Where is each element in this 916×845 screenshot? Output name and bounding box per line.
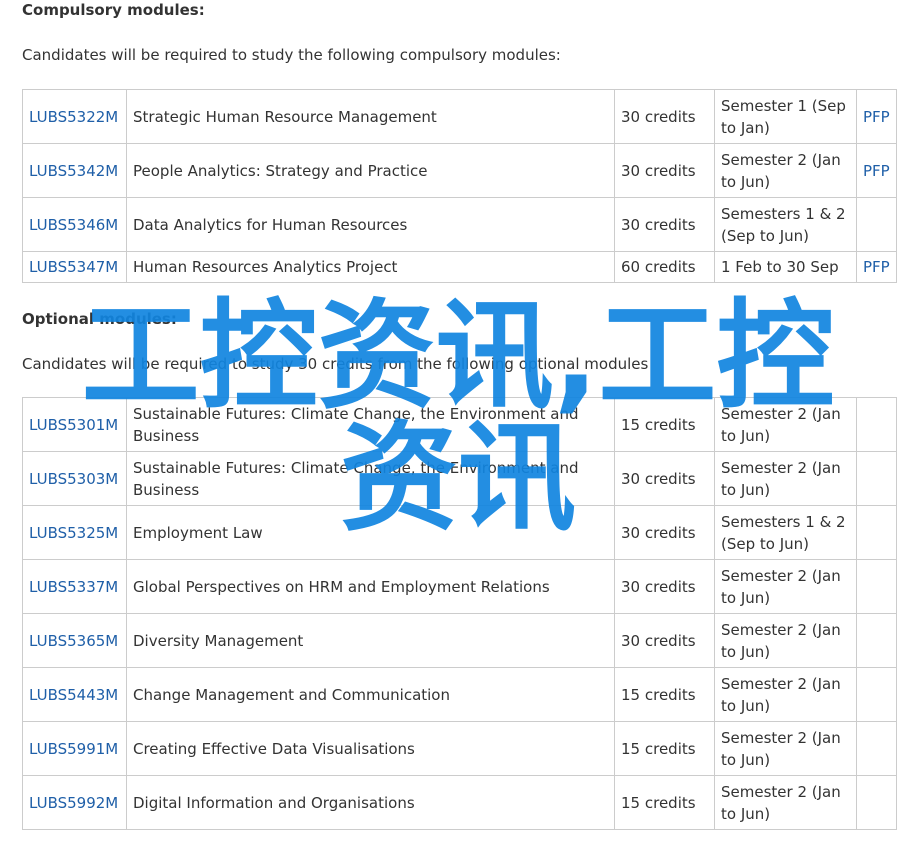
table-row: LUBS5992M Digital Information and Organi…	[22, 775, 897, 830]
optional-modules-intro: Candidates will be required to study 30 …	[22, 355, 649, 373]
module-title: Employment Law	[126, 505, 615, 560]
module-semester: Semester 2 (Jan to Jun)	[714, 559, 857, 614]
pfp-cell-empty	[856, 197, 897, 252]
table-row: LUBS5301M Sustainable Futures: Climate C…	[22, 397, 897, 452]
module-code-link[interactable]: LUBS5346M	[29, 216, 118, 234]
module-semester: Semester 2 (Jan to Jun)	[714, 143, 857, 198]
module-code-link[interactable]: LUBS5992M	[29, 794, 118, 812]
pfp-cell-empty	[856, 775, 897, 830]
module-credits: 30 credits	[614, 89, 715, 144]
module-semester: Semester 2 (Jan to Jun)	[714, 775, 857, 830]
pfp-link[interactable]: PFP	[863, 162, 890, 180]
module-title: Change Management and Communication	[126, 667, 615, 722]
pfp-cell-empty	[856, 397, 897, 452]
module-semester: Semester 1 (Sep to Jan)	[714, 89, 857, 144]
module-code-link[interactable]: LUBS5443M	[29, 686, 118, 704]
module-title: Sustainable Futures: Climate Change, the…	[126, 397, 615, 452]
module-code-link[interactable]: LUBS5991M	[29, 740, 118, 758]
module-credits: 60 credits	[614, 251, 715, 283]
module-credits: 30 credits	[614, 559, 715, 614]
module-code-link[interactable]: LUBS5325M	[29, 524, 118, 542]
table-row: LUBS5342M People Analytics: Strategy and…	[22, 143, 897, 198]
module-semester: Semester 2 (Jan to Jun)	[714, 721, 857, 776]
module-semester: Semester 2 (Jan to Jun)	[714, 613, 857, 668]
pfp-link[interactable]: PFP	[863, 108, 890, 126]
module-credits: 15 credits	[614, 667, 715, 722]
optional-modules-table: LUBS5301M Sustainable Futures: Climate C…	[22, 397, 897, 830]
optional-modules-heading: Optional modules:	[22, 310, 177, 328]
table-row: LUBS5303M Sustainable Futures: Climate C…	[22, 451, 897, 506]
pfp-cell-empty	[856, 505, 897, 560]
table-row: LUBS5443M Change Management and Communic…	[22, 667, 897, 722]
table-row: LUBS5346M Data Analytics for Human Resou…	[22, 197, 897, 252]
compulsory-modules-heading: Compulsory modules:	[22, 1, 205, 19]
module-title: Global Perspectives on HRM and Employmen…	[126, 559, 615, 614]
table-row: LUBS5322M Strategic Human Resource Manag…	[22, 89, 897, 144]
module-credits: 30 credits	[614, 451, 715, 506]
module-title: Strategic Human Resource Management	[126, 89, 615, 144]
pfp-cell-empty	[856, 451, 897, 506]
module-semester: Semester 2 (Jan to Jun)	[714, 397, 857, 452]
module-code-link[interactable]: LUBS5322M	[29, 108, 118, 126]
table-row: LUBS5325M Employment Law 30 credits Seme…	[22, 505, 897, 560]
table-row: LUBS5991M Creating Effective Data Visual…	[22, 721, 897, 776]
pfp-cell-empty	[856, 559, 897, 614]
module-title: Diversity Management	[126, 613, 615, 668]
table-row: LUBS5365M Diversity Management 30 credit…	[22, 613, 897, 668]
pfp-cell-empty	[856, 721, 897, 776]
pfp-cell-empty	[856, 667, 897, 722]
module-title: Digital Information and Organisations	[126, 775, 615, 830]
module-title: People Analytics: Strategy and Practice	[126, 143, 615, 198]
module-credits: 30 credits	[614, 613, 715, 668]
module-credits: 15 credits	[614, 721, 715, 776]
module-title: Sustainable Futures: Climate Change, the…	[126, 451, 615, 506]
module-semester: Semesters 1 & 2 (Sep to Jun)	[714, 505, 857, 560]
module-credits: 30 credits	[614, 505, 715, 560]
module-credits: 30 credits	[614, 143, 715, 198]
table-row: LUBS5347M Human Resources Analytics Proj…	[22, 251, 897, 283]
pfp-link[interactable]: PFP	[863, 258, 890, 276]
module-credits: 15 credits	[614, 397, 715, 452]
module-title: Human Resources Analytics Project	[126, 251, 615, 283]
module-code-link[interactable]: LUBS5342M	[29, 162, 118, 180]
module-title: Creating Effective Data Visualisations	[126, 721, 615, 776]
module-semester: Semesters 1 & 2 (Sep to Jun)	[714, 197, 857, 252]
pfp-cell-empty	[856, 613, 897, 668]
module-credits: 30 credits	[614, 197, 715, 252]
module-semester: 1 Feb to 30 Sep	[714, 251, 857, 283]
module-credits: 15 credits	[614, 775, 715, 830]
module-code-link[interactable]: LUBS5337M	[29, 578, 118, 596]
compulsory-modules-intro: Candidates will be required to study the…	[22, 46, 561, 64]
module-semester: Semester 2 (Jan to Jun)	[714, 451, 857, 506]
compulsory-modules-table: LUBS5322M Strategic Human Resource Manag…	[22, 89, 897, 283]
module-title: Data Analytics for Human Resources	[126, 197, 615, 252]
module-semester: Semester 2 (Jan to Jun)	[714, 667, 857, 722]
module-code-link[interactable]: LUBS5301M	[29, 416, 118, 434]
module-code-link[interactable]: LUBS5303M	[29, 470, 118, 488]
table-row: LUBS5337M Global Perspectives on HRM and…	[22, 559, 897, 614]
module-code-link[interactable]: LUBS5365M	[29, 632, 118, 650]
module-code-link[interactable]: LUBS5347M	[29, 258, 118, 276]
